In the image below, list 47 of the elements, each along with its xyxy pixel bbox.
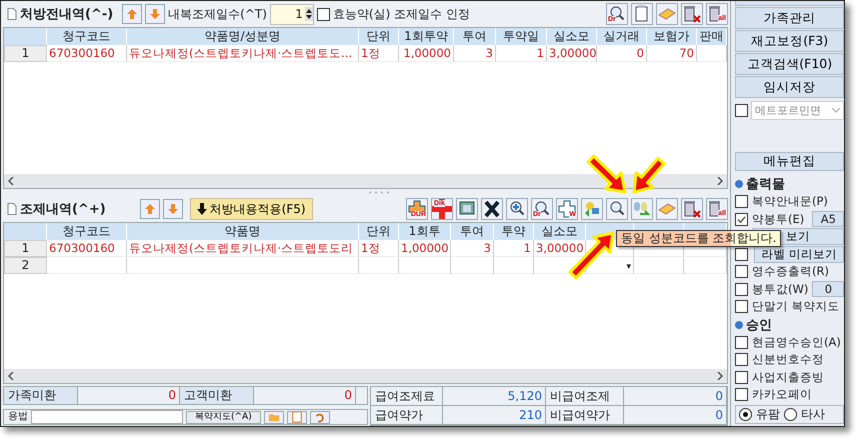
table-cell: 1정: [359, 240, 399, 257]
summary-value: 0: [624, 387, 727, 406]
checkbox-label: 현금영수승인(A): [752, 334, 841, 350]
checkbox-label: 사업지출증빙: [752, 370, 824, 385]
summary-label: 고객미환: [180, 387, 254, 404]
table-cell: 1정: [359, 45, 399, 62]
checkbox-label: 복약안내문(P): [752, 194, 828, 210]
section-title: 처방전내역(^-): [20, 6, 114, 23]
radio-label: 유팜: [756, 406, 780, 423]
table-cell: 1,00000: [399, 45, 454, 62]
checkbox-label: 효능약(실) 조제일수 인정: [332, 6, 470, 22]
table-cell: 듀오나제정(스트렙토키나제·스트렙토도...: [127, 45, 359, 62]
table-cell: 670300160: [47, 240, 127, 257]
summary-value: 210: [443, 406, 546, 425]
section-heading: 승인: [746, 316, 772, 334]
row-number: 1: [4, 240, 47, 257]
days-label: 내복조제일수(^T): [168, 6, 267, 22]
summary-label: 비급여조제: [546, 387, 624, 406]
table-cell: 670300160: [47, 45, 127, 62]
table-cell: 3: [451, 240, 494, 257]
table-cell: 70: [647, 45, 697, 62]
summary-value: 5,120: [443, 387, 546, 406]
checkbox-label: 영수증출력(R): [752, 264, 829, 280]
checkbox-label: 카카오페이: [752, 387, 812, 402]
summary-label: 급여조제료: [371, 387, 443, 406]
checkbox-label: 단말기 복약지도: [752, 299, 840, 314]
table-cell: 0: [597, 45, 647, 62]
radio-label: 타사: [801, 406, 825, 423]
checkbox-label: 신분번호수정: [752, 352, 824, 368]
section-heading: 출력물: [746, 176, 785, 193]
summary-label: 비급여약가: [546, 406, 624, 425]
table-cell: 1: [496, 45, 547, 62]
summary-label: 가족미환: [4, 387, 78, 404]
summary-label: 급여약가: [371, 406, 443, 425]
table-cell: 1: [494, 240, 534, 257]
summary-value: 0: [624, 406, 727, 425]
checkbox-label: 봉투값(W): [752, 282, 808, 297]
table-cell: 1,00000: [399, 240, 451, 257]
section-title: 조제내역(^+): [20, 201, 106, 218]
row-number: 2: [4, 257, 47, 274]
row-number: 1: [4, 45, 47, 62]
table-cell: 3: [454, 45, 496, 62]
dosage-label: 용법: [8, 411, 28, 423]
table-cell: 3,00000: [547, 45, 597, 62]
table-cell: 듀오나제정(스트렙토키나제·스트렙토도리: [127, 240, 359, 257]
tooltip: 동일 성분코드를 조회합니다.: [616, 230, 782, 247]
checkbox-label: 약봉투(E): [752, 212, 804, 227]
